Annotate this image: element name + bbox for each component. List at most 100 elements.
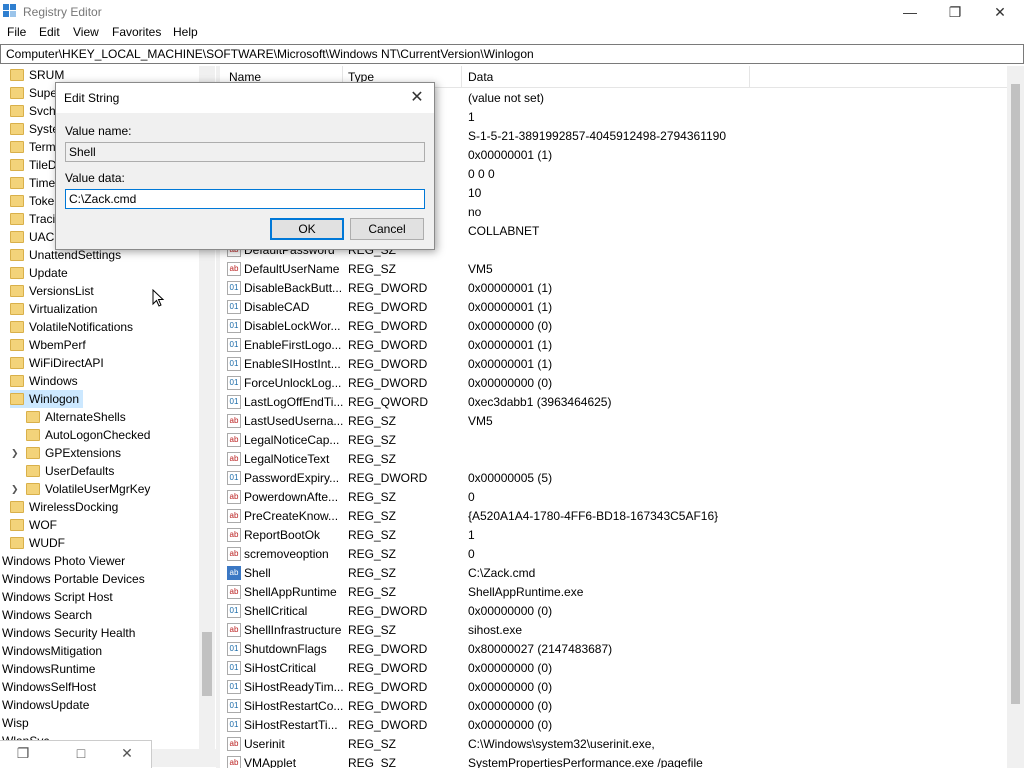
expand-arrow-icon[interactable]: ❯ bbox=[11, 484, 19, 495]
value-row[interactable]: ab LastUsedUserna... REG_SZ VM5 bbox=[220, 412, 1010, 431]
tree-item[interactable]: WbemPerf bbox=[10, 336, 86, 354]
menu-view[interactable]: View bbox=[73, 25, 99, 39]
tree-scrollbar-thumb[interactable] bbox=[202, 632, 212, 696]
tree-item[interactable]: Winlogon bbox=[10, 390, 84, 408]
value-name-field[interactable] bbox=[65, 142, 425, 162]
folder-icon bbox=[10, 501, 24, 513]
value-type-cell: REG_DWORD bbox=[348, 300, 428, 314]
maximize-icon[interactable]: □ bbox=[70, 745, 92, 765]
address-bar[interactable]: Computer\HKEY_LOCAL_MACHINE\SOFTWARE\Mic… bbox=[0, 44, 1024, 64]
expand-arrow-icon[interactable]: ❯ bbox=[11, 448, 19, 459]
value-data-cell: 0x00000000 (0) bbox=[468, 718, 553, 732]
tree-item-label: Windows bbox=[29, 374, 78, 388]
menu-file[interactable]: File bbox=[7, 25, 26, 39]
value-row[interactable]: ab scremoveoption REG_SZ 0 bbox=[220, 545, 1010, 564]
menu-edit[interactable]: Edit bbox=[39, 25, 60, 39]
folder-icon bbox=[10, 393, 24, 405]
tree-item[interactable]: Time bbox=[10, 174, 55, 192]
tree-item[interactable]: Windows bbox=[10, 372, 78, 390]
minimize-button[interactable]: — bbox=[887, 0, 933, 24]
tree-item[interactable]: Update bbox=[10, 264, 68, 282]
value-type-cell: REG_SZ bbox=[348, 414, 397, 428]
tree-item[interactable]: UAC bbox=[10, 228, 54, 246]
tree-item[interactable]: Windows Search bbox=[2, 606, 92, 624]
value-row[interactable]: ab DefaultUserName REG_SZ VM5 bbox=[220, 260, 1010, 279]
value-row[interactable]: ab ShellAppRuntime REG_SZ ShellAppRuntime.e… bbox=[220, 583, 1010, 602]
tree-item[interactable]: WUDF bbox=[10, 534, 65, 552]
value-row[interactable]: 01 SiHostRestartTi... REG_DWORD 0x00000000 … bbox=[220, 716, 1010, 735]
tree-item[interactable]: WindowsUpdate bbox=[2, 696, 89, 714]
value-row[interactable]: 01 DisableCAD REG_DWORD 0x00000001 (1) bbox=[220, 298, 1010, 317]
tree-item[interactable]: WindowsMitigation bbox=[2, 642, 102, 660]
value-row[interactable]: ab LegalNoticeCap... REG_SZ bbox=[220, 431, 1010, 450]
value-row[interactable]: ab ShellInfrastructure REG_SZ sihost.exe bbox=[220, 621, 1010, 640]
menu-favorites[interactable]: Favorites bbox=[112, 25, 161, 39]
menu-help[interactable]: Help bbox=[173, 25, 198, 39]
value-row[interactable]: 01 EnableFirstLogo... REG_DWORD 0x00000001 … bbox=[220, 336, 1010, 355]
value-row[interactable]: 01 EnableSIHostInt... REG_DWORD 0x00000001 … bbox=[220, 355, 1010, 374]
value-name-cell: EnableSIHostInt... bbox=[244, 357, 341, 371]
folder-icon bbox=[10, 213, 24, 225]
tree-horizontal-scrollbar[interactable] bbox=[150, 749, 216, 767]
maximize-button[interactable]: ❐ bbox=[932, 0, 978, 24]
value-row[interactable]: ab PreCreateKnow... REG_SZ {A520A1A4-1780-4… bbox=[220, 507, 1010, 526]
tree-item[interactable]: Token bbox=[10, 192, 61, 210]
value-row[interactable]: 01 ShellCritical REG_DWORD 0x00000000 (0) bbox=[220, 602, 1010, 621]
ok-button[interactable]: OK bbox=[270, 218, 344, 240]
tree-item[interactable]: TileD bbox=[10, 156, 57, 174]
value-name-cell: LegalNoticeText bbox=[244, 452, 330, 466]
value-row[interactable]: 01 LastLogOffEndTi... REG_QWORD 0xec3dabb1 … bbox=[220, 393, 1010, 412]
tree-item[interactable]: ❯ GPExtensions bbox=[11, 444, 121, 462]
value-row[interactable]: 01 SiHostRestartCo... REG_DWORD 0x00000000 … bbox=[220, 697, 1010, 716]
tree-item[interactable]: Syste bbox=[10, 120, 59, 138]
value-row[interactable]: ab PowerdownAfte... REG_SZ 0 bbox=[220, 488, 1010, 507]
value-row[interactable]: ab LegalNoticeText REG_SZ bbox=[220, 450, 1010, 469]
string-value-icon: ab bbox=[227, 737, 241, 751]
value-row[interactable]: 01 DisableLockWor... REG_DWORD 0x00000000 (… bbox=[220, 317, 1010, 336]
value-row[interactable]: 01 DisableBackButt... REG_DWORD 0x00000001 … bbox=[220, 279, 1010, 298]
column-divider[interactable] bbox=[749, 66, 750, 88]
value-row[interactable]: ab Userinit REG_SZ C:\Windows\system32\user… bbox=[220, 735, 1010, 754]
close-icon[interactable]: ✕ bbox=[116, 745, 138, 765]
string-value-icon: ab bbox=[227, 623, 241, 637]
tree-item[interactable]: VersionsList bbox=[10, 282, 94, 300]
tree-item[interactable]: ❯ VolatileUserMgrKey bbox=[11, 480, 150, 498]
tree-item[interactable]: AlternateShells bbox=[26, 408, 126, 426]
string-value-icon: ab bbox=[227, 756, 241, 768]
value-row[interactable]: 01 SiHostReadyTim... REG_DWORD 0x00000000 (… bbox=[220, 678, 1010, 697]
tree-item[interactable]: Virtualization bbox=[10, 300, 97, 318]
list-scrollbar-thumb[interactable] bbox=[1011, 84, 1020, 704]
column-data-header[interactable]: Data bbox=[468, 70, 493, 84]
value-row[interactable]: ab VMApplet REG_SZ SystemPropertiesPerforma… bbox=[220, 754, 1010, 768]
tree-item[interactable]: UserDefaults bbox=[26, 462, 114, 480]
tree-item[interactable]: Wisp bbox=[2, 714, 29, 732]
value-row[interactable]: 01 ForceUnlockLog... REG_DWORD 0x00000000 (… bbox=[220, 374, 1010, 393]
close-button[interactable]: ✕ bbox=[977, 0, 1023, 24]
value-data-field[interactable] bbox=[65, 189, 425, 209]
tree-item[interactable]: WindowsRuntime bbox=[2, 660, 95, 678]
tree-item[interactable]: WiFiDirectAPI bbox=[10, 354, 104, 372]
value-row[interactable]: 01 PasswordExpiry... REG_DWORD 0x00000005 (… bbox=[220, 469, 1010, 488]
tree-item[interactable]: Windows Security Health bbox=[2, 624, 135, 642]
tree-item[interactable]: Windows Portable Devices bbox=[2, 570, 145, 588]
tree-item[interactable]: Termi bbox=[10, 138, 58, 156]
tree-item[interactable]: WindowsSelfHost bbox=[2, 678, 96, 696]
dialog-close-button[interactable]: ✕ bbox=[406, 87, 428, 109]
column-divider[interactable] bbox=[461, 66, 462, 88]
value-row[interactable]: 01 SiHostCritical REG_DWORD 0x00000000 (0) bbox=[220, 659, 1010, 678]
tree-item[interactable]: Super bbox=[10, 84, 61, 102]
tree-item[interactable]: WirelessDocking bbox=[10, 498, 118, 516]
value-row[interactable]: ab ReportBootOk REG_SZ 1 bbox=[220, 526, 1010, 545]
value-name-cell: SiHostReadyTim... bbox=[244, 680, 344, 694]
restore-icon[interactable]: ❐ bbox=[12, 745, 34, 765]
tree-item-label: WindowsMitigation bbox=[2, 644, 103, 658]
value-row[interactable]: 01 ShutdownFlags REG_DWORD 0x80000027 (2147… bbox=[220, 640, 1010, 659]
tree-item[interactable]: AutoLogonChecked bbox=[26, 426, 150, 444]
tree-item[interactable]: WOF bbox=[10, 516, 57, 534]
tree-item[interactable]: VolatileNotifications bbox=[10, 318, 133, 336]
tree-item[interactable]: Windows Photo Viewer bbox=[2, 552, 125, 570]
string-value-icon: ab bbox=[227, 490, 241, 504]
value-row[interactable]: ab Shell REG_SZ C:\Zack.cmd bbox=[220, 564, 1010, 583]
cancel-button[interactable]: Cancel bbox=[350, 218, 424, 240]
tree-item[interactable]: Windows Script Host bbox=[2, 588, 113, 606]
